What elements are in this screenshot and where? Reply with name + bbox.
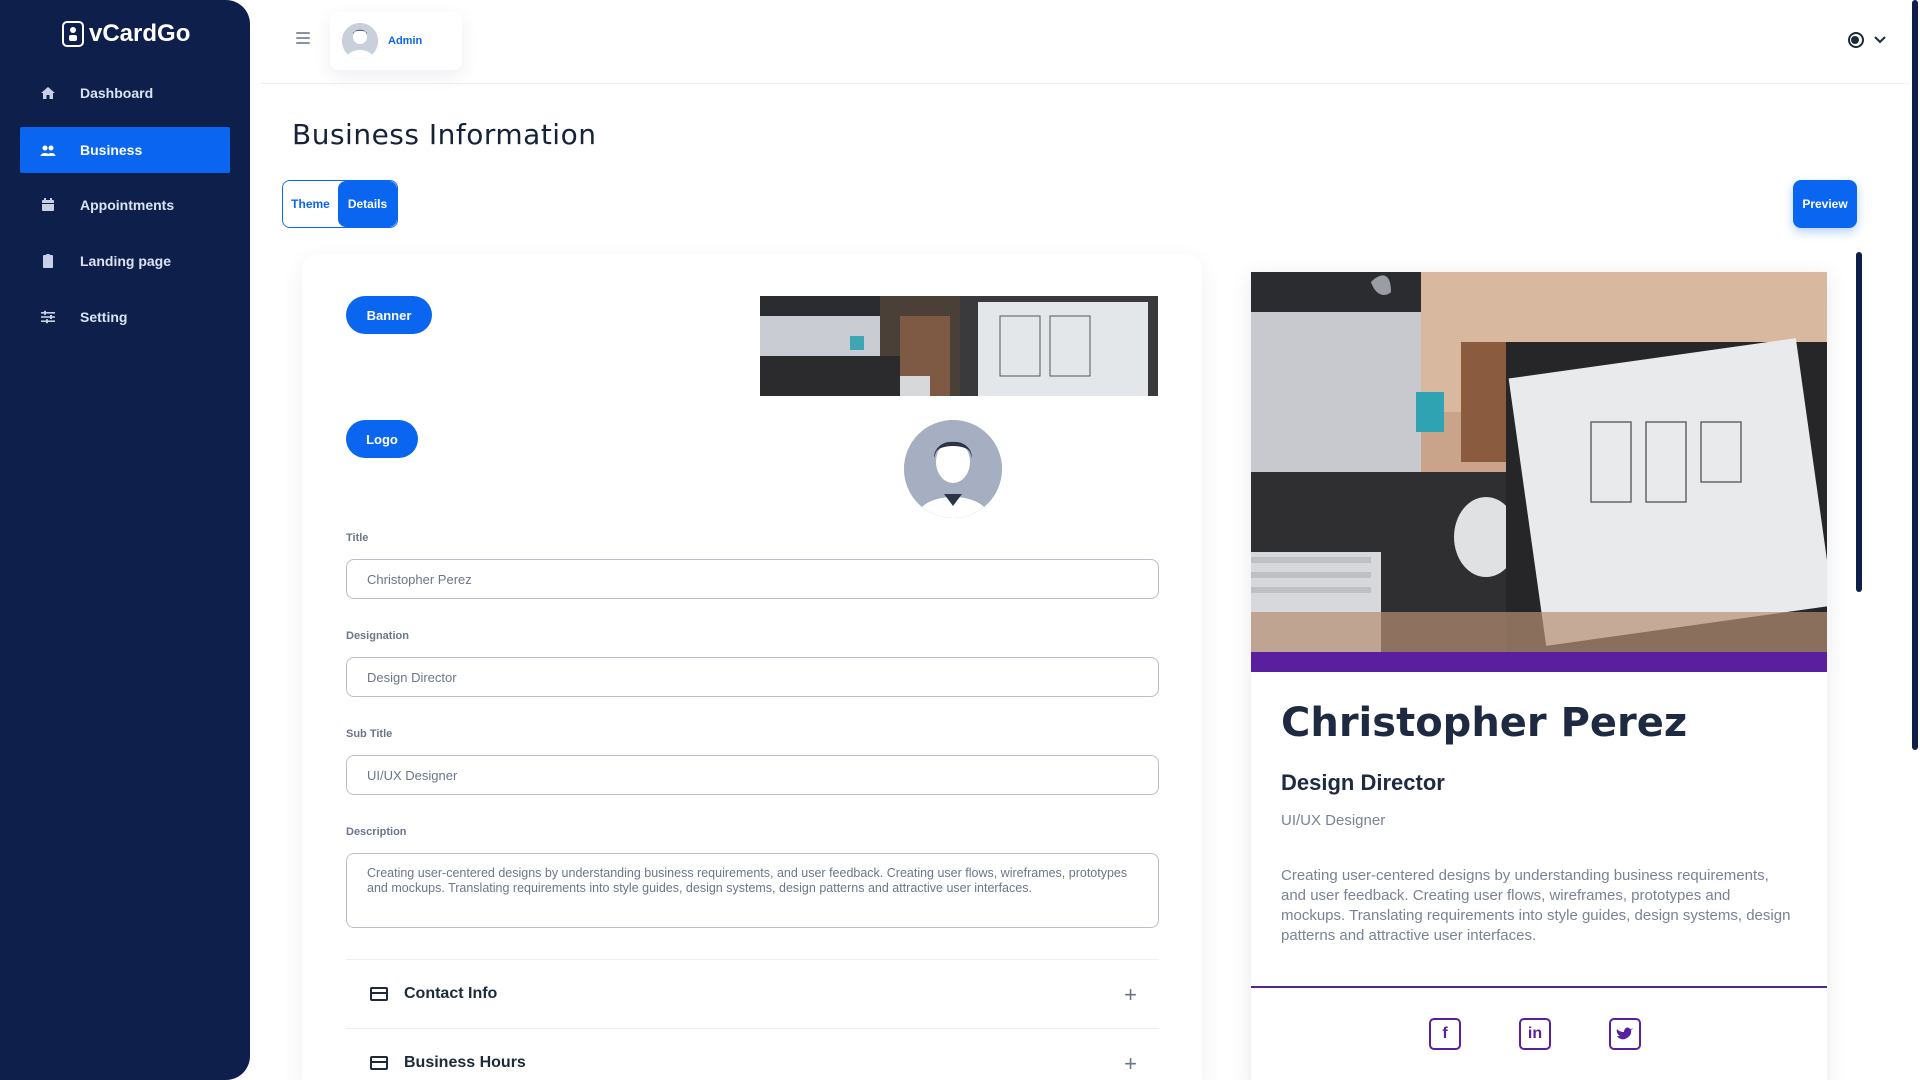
sidebar-item-setting[interactable]: Setting [20, 294, 230, 340]
sidebar-item-label: Landing page [80, 253, 171, 269]
sidebar-item-label: Appointments [80, 197, 175, 213]
sidebar-item-label: Business [80, 142, 143, 158]
brand-name: vCardGo [89, 20, 191, 47]
sliders-icon [40, 309, 56, 325]
designation-label: Designation [346, 630, 409, 642]
accordion-business-hours[interactable]: Business Hours + [346, 1028, 1159, 1080]
credit-card-icon [370, 1055, 388, 1070]
banner-image [760, 296, 1158, 396]
tab-theme[interactable]: Theme [283, 181, 339, 227]
home-icon [40, 85, 56, 101]
facebook-icon[interactable]: f [1429, 1018, 1461, 1050]
credit-card-icon [370, 986, 388, 1001]
calendar-icon [40, 197, 56, 213]
vcard-icon [62, 21, 84, 47]
linkedin-icon[interactable]: in [1519, 1018, 1551, 1050]
language-selector[interactable] [1848, 32, 1886, 48]
sidebar-item-label: Dashboard [80, 85, 154, 101]
page-title: Business Information [292, 118, 597, 151]
preview-scrollbar[interactable] [1856, 252, 1862, 592]
accordion-label: Contact Info [404, 984, 498, 1002]
preview-banner-image [1251, 272, 1827, 652]
user-name: Admin [388, 35, 423, 47]
preview-subtitle: UI/UX Designer [1281, 812, 1386, 829]
tab-details[interactable]: Details [338, 181, 397, 227]
accordion-label: Business Hours [404, 1053, 526, 1071]
preview-name: Christopher Perez [1281, 700, 1688, 746]
title-input[interactable]: Christopher Perez [346, 559, 1159, 599]
social-links: f in [1429, 1018, 1641, 1050]
subtitle-input[interactable]: UI/UX Designer [346, 755, 1159, 795]
sidebar-item-label: Setting [80, 309, 128, 325]
sidebar-item-landing-page[interactable]: Landing page [20, 238, 230, 284]
sidebar-item-appointments[interactable]: Appointments [20, 182, 230, 228]
description-textarea[interactable]: Creating user-centered designs by unders… [346, 853, 1159, 928]
avatar [342, 23, 378, 59]
title-label: Title [346, 532, 369, 544]
description-label: Description [346, 826, 407, 838]
vcard-preview: Christopher Perez Design Director UI/UX … [1251, 272, 1827, 1080]
subtitle-label: Sub Title [346, 728, 393, 740]
brand-logo[interactable]: vCardGo [62, 20, 190, 48]
globe-icon [1848, 32, 1864, 48]
accordion-contact-info[interactable]: Contact Info + [346, 959, 1159, 1027]
preview-accent-stripe [1251, 652, 1827, 672]
clipboard-icon [40, 253, 56, 269]
sidebar-item-dashboard[interactable]: Dashboard [20, 70, 230, 116]
user-menu[interactable]: Admin [330, 12, 462, 70]
preview-designation: Design Director [1281, 770, 1445, 795]
plus-icon[interactable]: + [1124, 1051, 1137, 1077]
sidebar-item-business[interactable]: Business [20, 127, 230, 173]
menu-toggle-icon[interactable] [296, 32, 310, 44]
sidebar: vCardGo Dashboard Business Appointments … [0, 0, 250, 1080]
users-icon [40, 142, 56, 158]
logo-upload-button[interactable]: Logo [346, 420, 418, 458]
preview-description: Creating user-centered designs by unders… [1281, 867, 1791, 944]
preview-divider [1251, 986, 1827, 988]
page-scrollbar[interactable] [1912, 0, 1918, 750]
chevron-down-icon [1874, 36, 1886, 44]
logo-avatar [904, 420, 1002, 518]
banner-upload-button[interactable]: Banner [346, 296, 432, 334]
top-header: Admin [260, 0, 1910, 84]
view-tabs: Theme Details [282, 180, 398, 228]
preview-button[interactable]: Preview [1793, 180, 1857, 228]
designation-input[interactable]: Design Director [346, 657, 1159, 697]
plus-icon[interactable]: + [1124, 982, 1137, 1008]
twitter-icon[interactable] [1609, 1018, 1641, 1050]
